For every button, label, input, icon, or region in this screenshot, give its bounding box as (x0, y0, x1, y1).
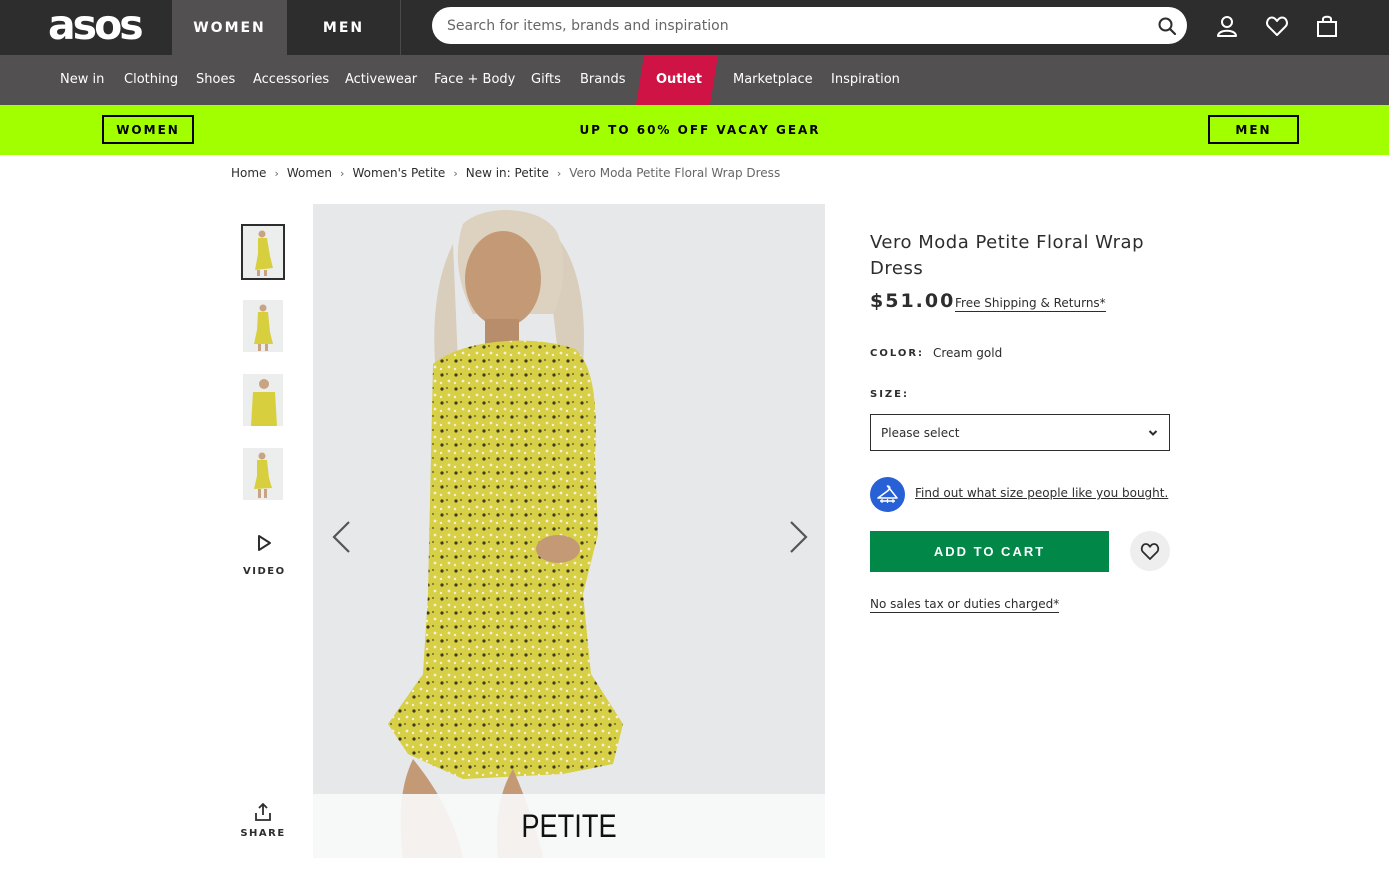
fit-assistant-icon[interactable] (870, 477, 905, 512)
nav-activewear[interactable]: Activewear (345, 55, 417, 105)
promo-text[interactable]: UP TO 60% OFF VACAY GEAR (500, 105, 900, 155)
breadcrumb-current: Vero Moda Petite Floral Wrap Dress (569, 166, 781, 180)
thumbnail-4[interactable] (243, 448, 283, 500)
thumbnail-3[interactable] (243, 374, 283, 426)
asos-logo[interactable]: asos (48, 4, 158, 46)
share-icon (255, 803, 271, 821)
dress-thumbnail-image (243, 226, 283, 278)
bag-icon[interactable] (1315, 14, 1339, 38)
product-price: $51.00 (870, 290, 956, 312)
thumbnail-1[interactable] (241, 224, 285, 280)
nav-shoes[interactable]: Shoes (196, 55, 235, 105)
next-image-arrow[interactable] (787, 520, 811, 554)
nav-gifts[interactable]: Gifts (531, 55, 561, 105)
dress-thumbnail-image (243, 374, 283, 426)
promo-banner: WOMEN UP TO 60% OFF VACAY GEAR MEN (0, 105, 1389, 155)
previous-image-arrow[interactable] (329, 520, 353, 554)
size-label: SIZE: (870, 389, 910, 400)
no-tax-link[interactable]: No sales tax or duties charged* (870, 597, 1060, 613)
color-value: Cream gold (933, 346, 1003, 360)
nav-face-body[interactable]: Face + Body (434, 55, 515, 105)
breadcrumb-womens-petite[interactable]: Women's Petite (352, 166, 445, 180)
share-label: SHARE (240, 828, 286, 839)
tab-men[interactable]: MEN (287, 0, 401, 55)
free-shipping-link[interactable]: Free Shipping & Returns* (955, 296, 1106, 312)
nav-brands[interactable]: Brands (580, 55, 626, 105)
video-label: VIDEO (243, 566, 286, 577)
account-icon[interactable] (1215, 14, 1239, 38)
hanger-icon (877, 485, 898, 503)
search-bar (432, 7, 1187, 44)
heart-icon (1140, 543, 1160, 560)
fit-assistant-link[interactable]: Find out what size people like you bough… (915, 486, 1168, 500)
color-label: COLOR: (870, 348, 925, 359)
petite-banner: PETITE (313, 794, 825, 858)
nav-outlet[interactable]: Outlet (656, 55, 702, 105)
chevron-right-icon: › (556, 166, 562, 180)
category-nav: New in Clothing Shoes Accessories Active… (0, 55, 1389, 105)
thumbnail-2[interactable] (243, 300, 283, 352)
model-dress-image (313, 204, 825, 858)
save-for-later-button[interactable] (1130, 531, 1170, 571)
nav-marketplace[interactable]: Marketplace (733, 55, 813, 105)
heart-icon[interactable] (1265, 14, 1289, 38)
dress-thumbnail-image (243, 300, 283, 352)
top-bar: asos WOMEN MEN (0, 0, 1389, 55)
search-icon[interactable] (1157, 16, 1177, 36)
breadcrumb-women[interactable]: Women (287, 166, 332, 180)
share-button[interactable]: SHARE (240, 802, 286, 842)
breadcrumb-new-in-petite[interactable]: New in: Petite (466, 166, 549, 180)
tab-women[interactable]: WOMEN (172, 0, 287, 55)
dress-thumbnail-image (243, 448, 283, 500)
petite-label: PETITE (521, 808, 617, 844)
chevron-right-icon: › (274, 166, 279, 180)
nav-new-in[interactable]: New in (60, 55, 104, 105)
main-product-image[interactable]: PETITE (313, 204, 825, 858)
nav-inspiration[interactable]: Inspiration (831, 55, 900, 105)
video-button[interactable]: VIDEO (243, 532, 285, 580)
search-input[interactable] (447, 7, 1137, 44)
breadcrumb-home[interactable]: Home (231, 166, 266, 180)
size-select[interactable]: Please select (870, 414, 1170, 451)
chevron-right-icon: › (453, 166, 458, 180)
nav-clothing[interactable]: Clothing (124, 55, 178, 105)
promo-women-button[interactable]: WOMEN (102, 115, 194, 144)
nav-accessories[interactable]: Accessories (253, 55, 329, 105)
chevron-right-icon: › (340, 166, 345, 180)
promo-men-button[interactable]: MEN (1208, 115, 1299, 144)
chevron-down-icon (1148, 430, 1158, 436)
size-select-value: Please select (881, 426, 960, 440)
play-icon (258, 535, 271, 551)
breadcrumb: Home › Women › Women's Petite › New in: … (231, 166, 780, 180)
product-title: Vero Moda Petite Floral Wrap Dress (870, 232, 1145, 279)
add-to-cart-button[interactable]: ADD TO CART (870, 531, 1109, 572)
